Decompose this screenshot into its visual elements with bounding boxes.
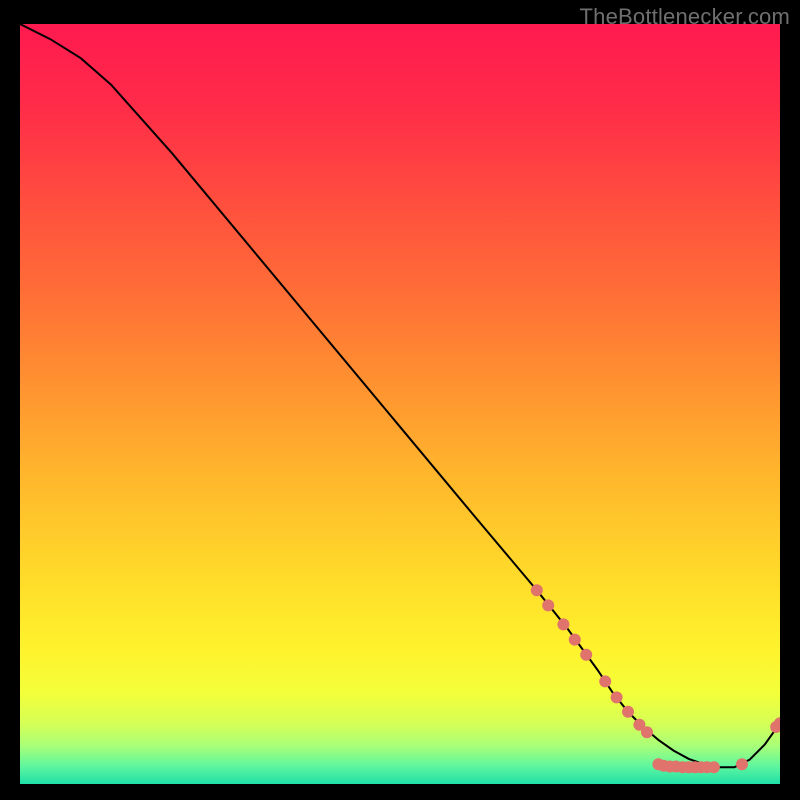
data-marker (580, 649, 592, 661)
data-marker (708, 761, 720, 773)
chart-stage: TheBottlenecker.com (0, 0, 800, 800)
data-marker (557, 618, 569, 630)
data-marker (531, 584, 543, 596)
data-marker (736, 758, 748, 770)
data-marker (569, 634, 581, 646)
data-marker (622, 706, 634, 718)
plot-area (20, 24, 780, 784)
data-marker (611, 691, 623, 703)
data-marker (542, 599, 554, 611)
plot-svg (20, 24, 780, 784)
data-marker (641, 726, 653, 738)
attribution-text: TheBottlenecker.com (580, 4, 790, 30)
data-marker (599, 675, 611, 687)
heat-rect (20, 24, 780, 784)
